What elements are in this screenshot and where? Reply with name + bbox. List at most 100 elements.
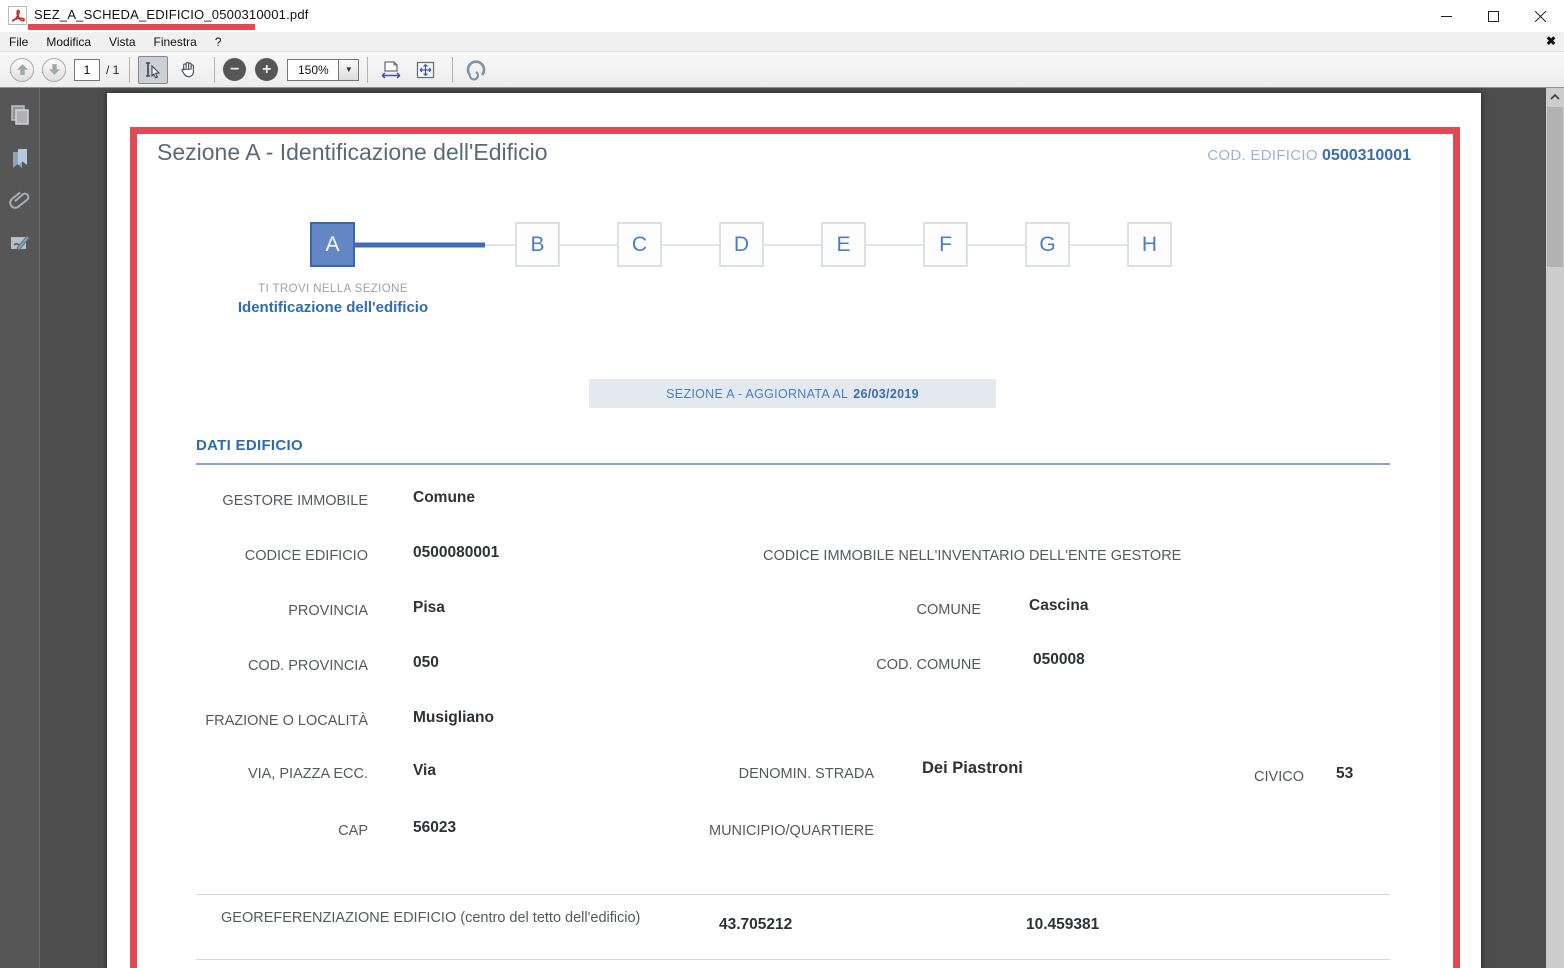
bookmarks-icon[interactable] [0,144,40,174]
geo-longitude: 10.459381 [1026,916,1099,934]
maximize-button[interactable] [1470,0,1517,32]
toolbar: / 1 − + 150% ▼ [0,51,1564,88]
menu-finestra[interactable]: Finestra [145,32,206,51]
geo-latitude: 43.705212 [719,916,792,934]
toolbar-separator [129,57,130,83]
next-page-icon [48,63,61,76]
minimize-button[interactable] [1423,0,1470,32]
toolbar-separator [367,57,368,83]
field-label: MUNICIPIO/QUARTIERE [709,823,874,839]
menu-modifica[interactable]: Modifica [37,32,100,51]
field-label: GESTORE IMMOBILE [107,493,368,509]
next-page-button[interactable] [42,58,66,82]
page-canvas: Sezione A - Identificazione dell'Edifici… [41,88,1546,968]
menu-vista[interactable]: Vista [100,32,144,51]
field-label: CIVICO [1147,769,1304,785]
menu-help[interactable]: ? [206,32,231,51]
zoom-in-icon: + [262,62,271,78]
hand-tool-button[interactable] [172,56,202,84]
stepper-caption: TI TROVI NELLA SEZIONE [183,283,483,295]
field-label: DENOMIN. STRADA [587,766,874,782]
zoom-dropdown-button[interactable]: ▼ [339,59,359,81]
red-underline-annotation [28,24,255,30]
close-button[interactable] [1517,0,1564,32]
update-banner: SEZIONE A - AGGIORNATA AL 26/03/2019 [589,379,996,408]
menu-file[interactable]: File [0,32,37,51]
stepper-step-b: B [515,222,560,267]
cod-edificio-label: COD. EDIFICIO [1207,147,1318,164]
stepper-step-e: E [821,222,866,267]
zoom-out-button[interactable]: − [223,58,246,81]
field-value: 0500080001 [413,544,499,562]
pdf-page: Sezione A - Identificazione dell'Edifici… [107,93,1481,968]
cod-edificio-value: 0500310001 [1322,147,1411,164]
stepper-connector [560,244,617,246]
stepper-connector [1070,244,1127,246]
close-document-icon[interactable]: ✖ [1546,34,1556,48]
page-title: Sezione A - Identificazione dell'Edifici… [157,139,548,166]
title-bar: SEZ_A_SCHEDA_EDIFICIO_0500310001.pdf · [0,0,1564,32]
zoom-in-button[interactable]: + [255,58,278,81]
chevron-down-icon: ▼ [345,65,353,74]
page-number-input[interactable] [74,59,100,81]
select-tool-button[interactable] [138,56,168,84]
attachments-icon[interactable] [0,186,40,216]
field-value: 56023 [413,819,456,837]
select-tool-icon [143,60,163,80]
stepper-connector [968,244,1025,246]
zoom-out-icon: − [230,62,239,78]
field-value: Comune [413,489,475,507]
stepper-connector [866,244,923,246]
field-value: Dei Piastroni [922,759,1023,778]
fit-width-button[interactable] [376,56,406,84]
field-label: FRAZIONE O LOCALITÀ [107,713,368,729]
row-divider [196,894,1390,895]
cod-edificio-header: COD. EDIFICIO 0500310001 [1007,147,1411,165]
zoom-level-value[interactable]: 150% [287,59,339,81]
field-value: Pisa [413,599,445,617]
page-thumbnails-icon[interactable] [0,100,40,130]
refresh-swirl-button[interactable] [461,56,491,84]
signature-icon[interactable] [0,228,40,258]
toolbar-separator [214,57,215,83]
field-value: 050008 [1033,651,1085,669]
row-divider [196,959,1390,960]
prev-page-icon [16,63,29,76]
menu-bar: File Modifica Vista Finestra ? ✖ [0,32,1564,51]
document-area: Sezione A - Identificazione dell'Edifici… [0,88,1564,968]
stepper-section-name: Identificazione dell'edificio [183,299,483,316]
section-title: DATI EDIFICIO [196,437,303,454]
stepper-step-c: C [617,222,662,267]
section-stepper: ABCDEFGH [310,222,1172,267]
field-value: 050 [413,654,439,672]
stepper-step-a: A [310,222,355,267]
page-total-label: / 1 [106,63,119,77]
vertical-scrollbar[interactable] [1546,88,1564,968]
acrobat-reader-window: SEZ_A_SCHEDA_EDIFICIO_0500310001.pdf · F… [0,0,1564,968]
hand-tool-icon [178,60,197,79]
scroll-up-icon[interactable] [1546,88,1564,106]
field-label: COD. COMUNE [707,657,981,673]
stepper-progress-line [355,242,485,247]
section-divider [196,463,1390,465]
fit-page-button[interactable] [410,56,440,84]
field-value: Cascina [1029,597,1088,615]
field-value: 53 [1336,765,1353,783]
stepper-connector [662,244,719,246]
stepper-connector [355,244,515,246]
field-label: COMUNE [707,602,981,618]
prev-page-button[interactable] [10,58,34,82]
field-label: VIA, PIAZZA ECC. [107,766,368,782]
stepper-connector [764,244,821,246]
window-title-suffix: · [262,7,266,22]
field-value: Via [413,762,436,780]
fit-width-icon [380,60,402,80]
toolbar-separator [452,57,453,83]
update-banner-date: 26/03/2019 [853,387,919,401]
scrollbar-thumb[interactable] [1547,107,1563,267]
stepper-step-d: D [719,222,764,267]
refresh-swirl-icon [465,59,487,81]
window-title: SEZ_A_SCHEDA_EDIFICIO_0500310001.pdf [34,7,309,22]
fit-page-icon [415,60,436,80]
acrobat-pdf-icon [8,6,27,25]
